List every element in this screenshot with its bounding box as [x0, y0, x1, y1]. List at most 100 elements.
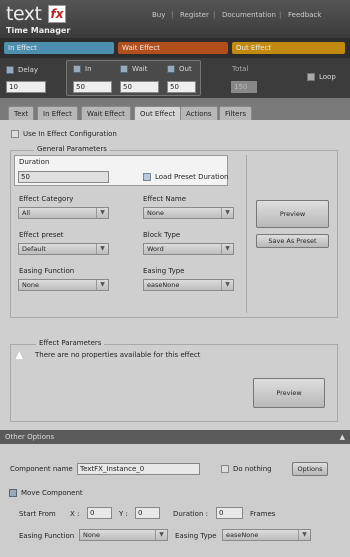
move-easing-function-label: Easing Function: [19, 532, 75, 540]
effect-category-value: All: [22, 209, 31, 217]
nav-separator: |: [279, 11, 282, 19]
app-header: text fx Time Manager Buy | Register | Do…: [0, 0, 350, 38]
chevron-down-icon: ▼: [96, 208, 108, 218]
component-name-input[interactable]: TextFX_Instance_0: [77, 463, 200, 475]
move-easing-function-value: None: [83, 531, 100, 539]
effect-category-dropdown[interactable]: All ▼: [18, 207, 109, 219]
frames-label: Frames: [250, 510, 276, 518]
out-checkbox[interactable]: [167, 65, 175, 73]
loop-label: Loop: [319, 73, 336, 81]
tab-actions[interactable]: Actions: [180, 106, 218, 120]
do-nothing-checkbox[interactable]: [221, 465, 229, 473]
effect-preset-dropdown[interactable]: Default ▼: [18, 243, 109, 255]
preview-button-secondary[interactable]: Preview: [253, 378, 325, 408]
easing-function-dropdown[interactable]: None ▼: [18, 279, 109, 291]
load-preset-duration-checkbox[interactable]: [143, 173, 151, 181]
use-in-config-checkbox[interactable]: [11, 130, 19, 138]
chevron-down-icon: ▼: [221, 280, 233, 290]
warning-icon: ▲: [15, 348, 24, 361]
total-label: Total: [232, 65, 249, 73]
chevron-down-icon: ▼: [96, 280, 108, 290]
easing-type-label: Easing Type: [143, 267, 185, 275]
effect-params-legend: Effect Parameters: [36, 339, 105, 347]
timeline-out-segment[interactable]: Out Effect: [232, 42, 345, 54]
delay-checkbox[interactable]: [6, 66, 14, 74]
logo-text: text: [6, 3, 42, 25]
timeline-in-segment[interactable]: In Effect: [4, 42, 114, 54]
tab-wait-effect[interactable]: Wait Effect: [81, 106, 131, 120]
wait-duration-input[interactable]: 50: [120, 81, 159, 93]
logo-badge: fx: [48, 5, 66, 23]
tab-text[interactable]: Text: [8, 106, 35, 120]
preview-button[interactable]: Preview: [256, 200, 329, 228]
tab-out-effect[interactable]: Out Effect: [134, 106, 182, 121]
easing-type-value: easeNone: [147, 281, 180, 289]
delay-label: Delay: [18, 66, 39, 74]
general-params-legend: General Parameters: [34, 145, 110, 153]
effect-category-label: Effect Category: [19, 195, 74, 203]
move-duration-input[interactable]: 0: [216, 507, 243, 519]
chevron-down-icon: ▼: [221, 208, 233, 218]
easing-function-label: Easing Function: [19, 267, 75, 275]
move-easing-type-value: easeNone: [226, 531, 259, 539]
effect-name-label: Effect Name: [143, 195, 187, 203]
no-properties-message: There are no properties available for th…: [35, 351, 201, 359]
effect-preset-value: Default: [22, 245, 46, 253]
effect-preset-label: Effect preset: [19, 231, 64, 239]
save-as-preset-button[interactable]: Save As Preset: [256, 234, 329, 248]
chevron-down-icon: ▼: [298, 530, 310, 540]
load-preset-duration-label: Load Preset Duration: [155, 173, 229, 181]
effect-name-dropdown[interactable]: None ▼: [143, 207, 234, 219]
do-nothing-label: Do nothing: [233, 465, 272, 473]
move-component-checkbox[interactable]: [9, 489, 17, 497]
start-from-label: Start From: [19, 510, 56, 518]
block-type-value: Word: [147, 245, 164, 253]
move-easing-type-label: Easing Type: [175, 532, 217, 540]
chevron-up-icon: ▲: [339, 433, 345, 441]
nav-register[interactable]: Register: [180, 11, 209, 19]
nav-separator: |: [171, 11, 174, 19]
timeline-wait-segment[interactable]: Wait Effect: [118, 42, 228, 54]
start-y-input[interactable]: 0: [135, 507, 160, 519]
block-type-label: Block Type: [143, 231, 181, 239]
other-options-header[interactable]: Other Options ▲: [0, 430, 350, 444]
wait-label: Wait: [132, 65, 148, 73]
out-duration-input[interactable]: 50: [167, 81, 196, 93]
chevron-down-icon: ▼: [155, 530, 167, 540]
total-input: 150: [231, 81, 257, 93]
app-title: Time Manager: [6, 26, 71, 35]
nav-buy[interactable]: Buy: [152, 11, 165, 19]
in-duration-input[interactable]: 50: [73, 81, 112, 93]
tab-filters[interactable]: Filters: [219, 106, 252, 120]
move-easing-function-dropdown[interactable]: None ▼: [79, 529, 168, 541]
duration-label: Duration: [19, 158, 50, 166]
move-easing-type-dropdown[interactable]: easeNone ▼: [222, 529, 311, 541]
chevron-down-icon: ▼: [96, 244, 108, 254]
options-button[interactable]: Options: [292, 462, 328, 476]
nav-documentation[interactable]: Documentation: [222, 11, 276, 19]
use-in-config-label: Use In Effect Configuration: [23, 130, 117, 138]
in-checkbox[interactable]: [73, 65, 81, 73]
move-component-label: Move Component: [21, 489, 83, 497]
loop-checkbox[interactable]: [307, 73, 315, 81]
x-label: X :: [70, 510, 80, 518]
tab-in-effect[interactable]: In Effect: [37, 106, 78, 120]
duration-input[interactable]: 50: [18, 171, 109, 183]
effect-timeline: In Effect Wait Effect Out Effect: [0, 38, 350, 58]
move-duration-label: Duration :: [173, 510, 208, 518]
delay-input[interactable]: 10: [6, 81, 46, 93]
y-label: Y :: [119, 510, 128, 518]
in-label: In: [85, 65, 92, 73]
component-name-label: Component name: [10, 465, 73, 473]
easing-type-dropdown[interactable]: easeNone ▼: [143, 279, 234, 291]
block-type-dropdown[interactable]: Word ▼: [143, 243, 234, 255]
nav-separator: |: [213, 11, 216, 19]
chevron-down-icon: ▼: [221, 244, 233, 254]
nav-feedback[interactable]: Feedback: [288, 11, 321, 19]
easing-function-value: None: [22, 281, 39, 289]
out-label: Out: [179, 65, 192, 73]
wait-checkbox[interactable]: [120, 65, 128, 73]
start-x-input[interactable]: 0: [87, 507, 112, 519]
other-options-title: Other Options: [5, 433, 55, 441]
divider: [246, 155, 247, 313]
